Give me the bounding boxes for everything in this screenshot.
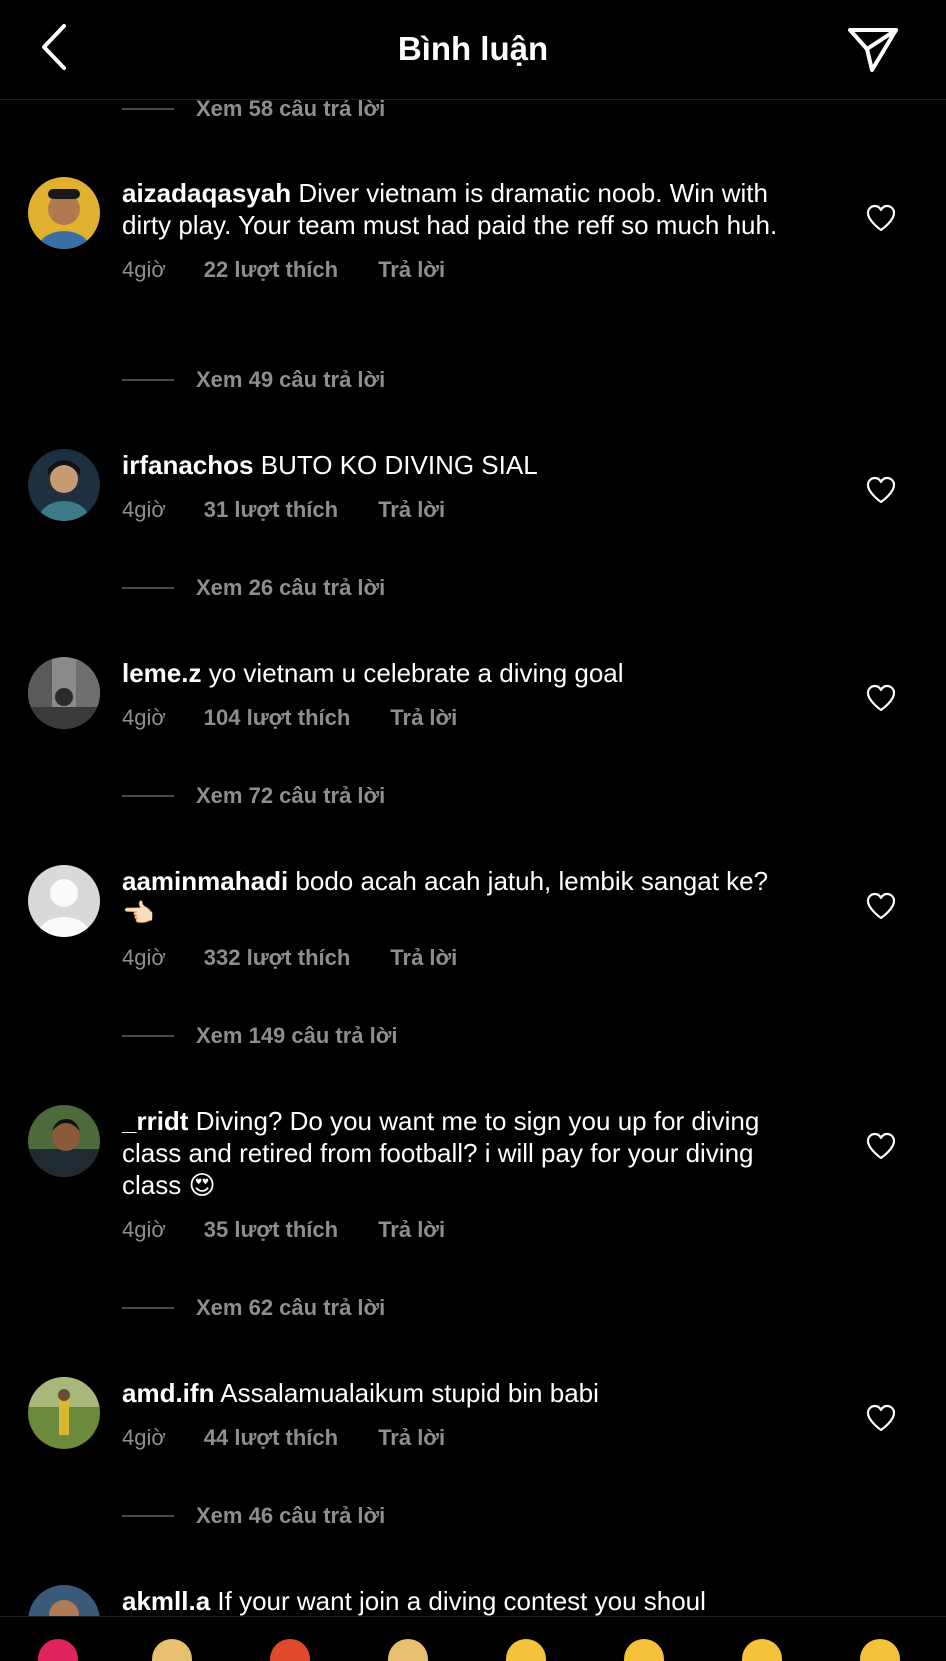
view-replies-link[interactable]: Xem 26 câu trả lời <box>122 573 385 603</box>
view-replies-link[interactable]: Xem 149 câu trả lời <box>122 1021 398 1051</box>
reply-button[interactable]: Trả lời <box>390 945 457 971</box>
view-replies-label: Xem 46 câu trả lời <box>196 1503 386 1528</box>
comment-likes[interactable]: 22 lượt thích <box>204 257 338 283</box>
comment-text: yo vietnam u celebrate a diving goal <box>208 658 624 688</box>
header-bar: Bình luận <box>0 0 946 100</box>
view-replies-label: Xem 149 câu trả lời <box>196 1023 398 1048</box>
replies-divider <box>122 1515 174 1517</box>
surprised-emoji-icon[interactable] <box>742 1639 782 1661</box>
comment-text: Assalamualaikum stupid bin babi <box>220 1378 599 1408</box>
page-title: Bình luận <box>397 30 549 67</box>
view-replies-label: Xem 49 câu trả lời <box>196 367 386 392</box>
reply-button[interactable]: Trả lời <box>378 1425 445 1451</box>
comment-username[interactable]: akmll.a <box>122 1586 210 1616</box>
reply-button[interactable]: Trả lời <box>390 705 457 731</box>
comment-time: 4giờ <box>122 1217 166 1242</box>
view-replies-label: Xem 26 câu trả lời <box>196 575 386 600</box>
comment-time: 4giờ <box>122 257 166 282</box>
raised-hands-emoji-icon[interactable] <box>388 1639 428 1661</box>
share-button[interactable] <box>846 24 900 74</box>
comment-time: 4giờ <box>122 945 166 970</box>
heart-icon[interactable] <box>866 204 896 232</box>
view-replies-label: Xem 72 câu trả lời <box>196 783 386 808</box>
comment-likes[interactable]: 332 lượt thích <box>204 945 351 971</box>
comment-time: 4giờ <box>122 497 166 522</box>
view-replies-label: Xem 62 câu trả lời <box>196 1295 386 1320</box>
heart-icon[interactable] <box>866 476 896 504</box>
paper-plane-icon <box>848 28 898 72</box>
reply-button[interactable]: Trả lời <box>378 257 445 283</box>
replies-divider <box>122 795 174 797</box>
avatar[interactable] <box>28 865 100 937</box>
comment-likes[interactable]: 104 lượt thích <box>204 705 351 731</box>
heart-icon[interactable] <box>866 1404 896 1432</box>
replies-divider <box>122 587 174 589</box>
avatar[interactable] <box>28 177 100 249</box>
clap-emoji-icon[interactable] <box>152 1639 192 1661</box>
comment-username[interactable]: _rridt <box>122 1106 188 1136</box>
comment-username[interactable]: irfanachos <box>122 450 254 480</box>
comment-time: 4giờ <box>122 705 166 730</box>
comment-time: 4giờ <box>122 1425 166 1450</box>
avatar[interactable] <box>28 657 100 729</box>
avatar[interactable] <box>28 1105 100 1177</box>
heart-icon[interactable] <box>866 892 896 920</box>
comment-likes[interactable]: 35 lượt thích <box>204 1217 338 1243</box>
comment-text: If your want join a diving contest you s… <box>217 1586 706 1616</box>
view-replies-link[interactable]: Xem 46 câu trả lời <box>122 1501 385 1531</box>
comment-likes[interactable]: 44 lượt thích <box>204 1425 338 1451</box>
comment-text: BUTO KO DIVING SIAL <box>260 450 538 480</box>
laughing-emoji-icon[interactable] <box>860 1639 900 1661</box>
emoji-reaction-bar <box>0 1616 946 1661</box>
replies-divider <box>122 1307 174 1309</box>
view-replies-link[interactable]: Xem 72 câu trả lời <box>122 781 385 811</box>
heart-icon[interactable] <box>866 1132 896 1160</box>
comment-username[interactable]: leme.z <box>122 658 202 688</box>
heart-emoji-icon[interactable] <box>38 1639 78 1661</box>
replies-divider <box>122 1035 174 1037</box>
heart-eyes-emoji-icon[interactable] <box>624 1639 664 1661</box>
comment-username[interactable]: amd.ifn <box>122 1378 214 1408</box>
replies-divider <box>122 379 174 381</box>
replies-divider <box>122 108 174 110</box>
avatar[interactable] <box>28 1377 100 1449</box>
reply-button[interactable]: Trả lời <box>378 1217 445 1243</box>
view-replies-link[interactable]: Xem 62 câu trả lời <box>122 1293 385 1323</box>
view-replies-link[interactable]: Xem 49 câu trả lời <box>122 365 385 395</box>
comment-username[interactable]: aaminmahadi <box>122 866 288 896</box>
fire-emoji-icon[interactable] <box>270 1639 310 1661</box>
avatar[interactable] <box>28 449 100 521</box>
heart-icon[interactable] <box>866 684 896 712</box>
crying-emoji-icon[interactable] <box>506 1639 546 1661</box>
comment-text: Diving? Do you want me to sign you up fo… <box>122 1106 760 1200</box>
reply-button[interactable]: Trả lời <box>378 497 445 523</box>
comment-username[interactable]: aizadaqasyah <box>122 178 291 208</box>
comment-likes[interactable]: 31 lượt thích <box>204 497 338 523</box>
